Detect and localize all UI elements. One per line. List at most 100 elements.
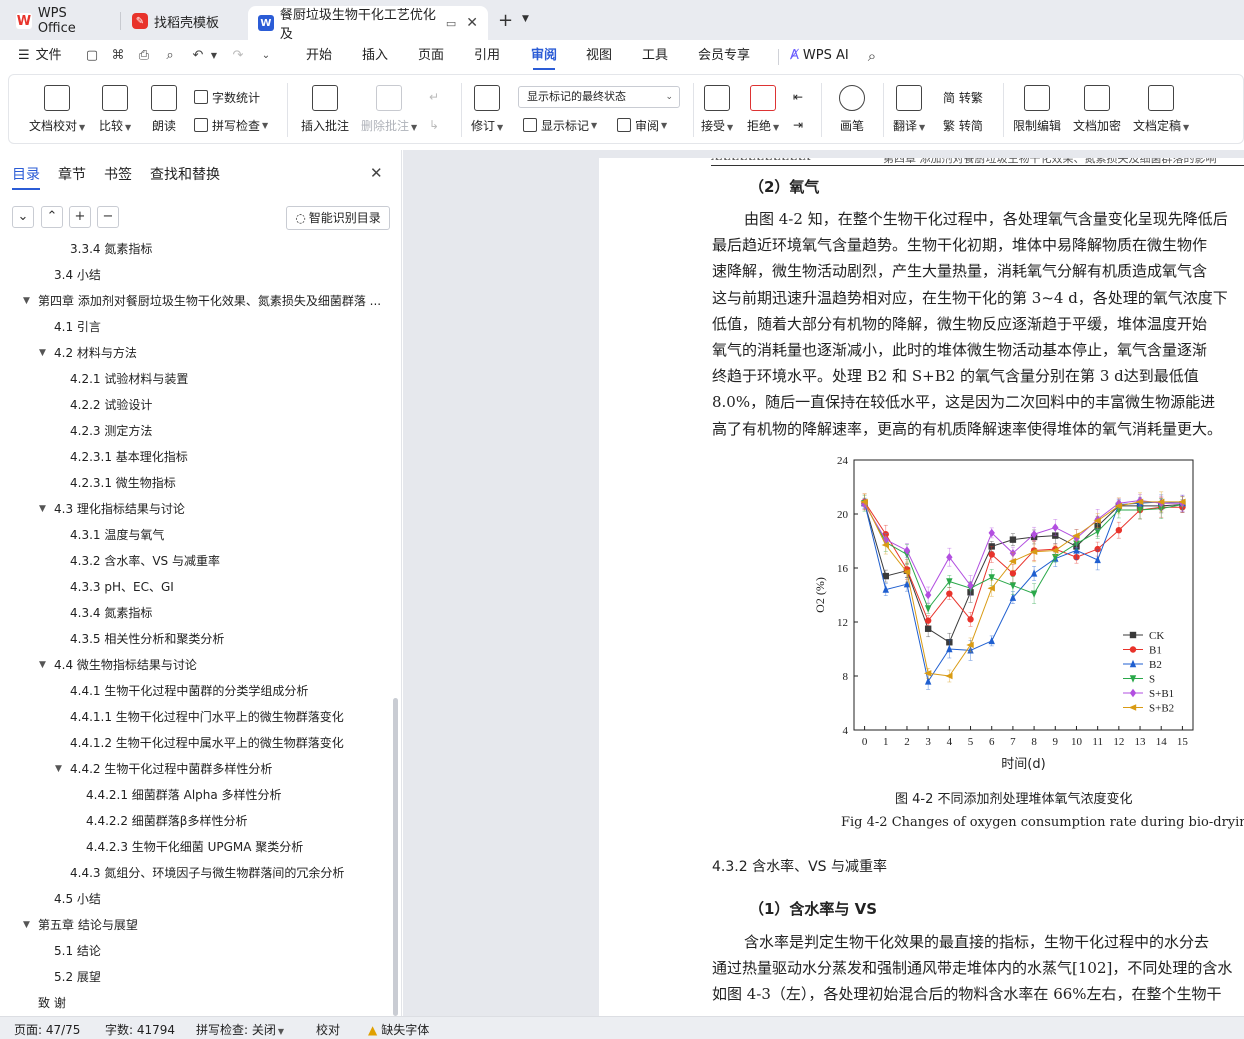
toc-item[interactable]: 4.2.3 测定方法 (0, 420, 396, 442)
expand-triangle-icon[interactable]: ▼ (55, 758, 62, 780)
toc-item[interactable]: 4.4.2.3 生物干化细菌 UPGMA 聚类分析 (0, 836, 396, 858)
toc-scrollbar[interactable] (393, 698, 398, 1016)
smart-toc-button[interactable]: ◌ 智能识别目录 (286, 206, 390, 230)
expand-up-button[interactable]: ⌃ (41, 206, 63, 228)
finalize-button[interactable]: 文档定稿 ▼ (1133, 85, 1189, 134)
tab-toc[interactable]: 目录 (12, 164, 40, 190)
toc-item[interactable]: 4.3.3 pH、EC、GI (0, 576, 396, 598)
close-panel-icon[interactable]: ✕ (370, 164, 383, 182)
compare-button[interactable]: 比较 ▼ (99, 85, 131, 134)
prev-comment-icon[interactable]: ↵ (429, 88, 439, 106)
redo-icon[interactable]: ↷ (230, 48, 246, 64)
insert-comment-button[interactable]: 插入批注 (301, 85, 349, 134)
toc-item[interactable]: 3.3.4 氮素指标 (0, 238, 396, 260)
toc-item[interactable]: ▼ 4.4.2 生物干化过程中菌群多样性分析 (0, 758, 396, 780)
menu-page[interactable]: 页面 (418, 40, 444, 72)
show-markup-button[interactable]: 显示标记 ▼ (523, 116, 597, 134)
menu-tools[interactable]: 工具 (642, 40, 668, 72)
tab-find-replace[interactable]: 查找和替换 (150, 164, 220, 184)
save-icon[interactable]: ▢ (84, 48, 100, 64)
proofread-status[interactable]: 校对 (316, 1021, 340, 1038)
translate-button[interactable]: 翻译 ▼ (893, 85, 925, 134)
expand-triangle-icon[interactable]: ▼ (39, 654, 46, 676)
file-menu[interactable]: ☰ 文件 (18, 40, 62, 72)
word-count-button[interactable]: 字数统计 (194, 88, 260, 106)
to-simplified-button[interactable]: 繁 转简 (943, 116, 983, 134)
word-count-status[interactable]: 字数: 41794 (105, 1021, 175, 1038)
next-comment-icon[interactable]: ↳ (429, 116, 439, 134)
toc-item[interactable]: 4.4.1.2 生物干化过程中属水平上的微生物群落变化 (0, 732, 396, 754)
toc-item[interactable]: 4.4.2.1 细菌群落 Alpha 多样性分析 (0, 784, 396, 806)
expand-triangle-icon[interactable]: ▼ (23, 290, 30, 312)
revise-button[interactable]: 修订 ▼ (471, 85, 503, 134)
toc-item[interactable]: 5.1 结论 (0, 940, 396, 962)
menu-review[interactable]: 审阅 (531, 40, 557, 72)
undo-dropdown-icon[interactable]: ▼ (206, 48, 222, 64)
menu-view[interactable]: 视图 (586, 40, 612, 72)
delete-comment-button[interactable]: 删除批注 ▼ (361, 85, 417, 134)
quick-access-more-icon[interactable]: ⌄ (258, 48, 274, 64)
toc-item[interactable]: 4.1 引言 (0, 316, 396, 338)
tab-chapters[interactable]: 章节 (58, 164, 86, 184)
toc-item[interactable]: 4.2.2 试验设计 (0, 394, 396, 416)
toc-item[interactable]: 4.2.3.1 基本理化指标 (0, 446, 396, 468)
toc-item[interactable]: 4.4.1 生物干化过程中菌群的分类学组成分析 (0, 680, 396, 702)
menu-reference[interactable]: 引用 (474, 40, 500, 72)
pen-button[interactable]: 画笔 (839, 85, 865, 134)
toc-item[interactable]: 4.4.3 氮组分、环境因子与微生物群落间的冗余分析 (0, 862, 396, 884)
tab-wps-office[interactable]: W WPS Office (6, 6, 118, 36)
toc-item[interactable]: ▼ 第四章 添加剂对餐厨垃圾生物干化效果、氮素损失及细菌群落 ... (0, 290, 396, 312)
toc-item[interactable]: 致 谢 (0, 992, 396, 1014)
review-pane-button[interactable]: 审阅 ▼ (617, 116, 667, 134)
tab-document[interactable]: W 餐厨垃圾生物干化工艺优化及 ▭ ✕ (248, 6, 488, 42)
doc-check-button[interactable]: 文档校对 ▼ (29, 85, 85, 134)
remove-heading-button[interactable]: − (97, 206, 119, 228)
new-tab-icon[interactable]: + (498, 10, 513, 31)
undo-icon[interactable]: ↶ (190, 48, 206, 64)
toc-item[interactable]: 5.2 展望 (0, 966, 396, 988)
toc-item[interactable]: ▼ 第五章 结论与展望 (0, 914, 396, 936)
search-icon[interactable]: ⌕ (864, 48, 880, 64)
tab-docer-templates[interactable]: ✎ 找稻壳模板 (122, 6, 246, 36)
expand-triangle-icon[interactable]: ▼ (23, 914, 30, 936)
markup-state-select[interactable]: 显示标记的最终状态 ⌄ (518, 86, 680, 108)
restrict-edit-button[interactable]: 限制编辑 (1013, 85, 1061, 134)
prev-change-icon[interactable]: ⇤ (793, 88, 803, 106)
toc-item[interactable]: 4.2.1 试验材料与装置 (0, 368, 396, 390)
encrypt-button[interactable]: 文档加密 (1073, 85, 1121, 134)
reject-button[interactable]: 拒绝 ▼ (747, 85, 779, 134)
close-tab-icon[interactable]: ✕ (466, 15, 478, 31)
tab-bookmarks[interactable]: 书签 (104, 164, 132, 184)
menu-insert[interactable]: 插入 (362, 40, 388, 72)
wps-ai-button[interactable]: Ⱥ WPS AI (790, 40, 849, 72)
read-aloud-button[interactable]: 朗读 (151, 85, 177, 134)
to-traditional-button[interactable]: 简 转繁 (943, 88, 983, 106)
expand-triangle-icon[interactable]: ▼ (39, 498, 46, 520)
accept-button[interactable]: 接受 ▼ (701, 85, 733, 134)
next-change-icon[interactable]: ⇥ (793, 116, 803, 134)
toc-item[interactable]: 4.4.2.2 细菌群落β多样性分析 (0, 810, 396, 832)
toc-item[interactable]: 3.4 小结 (0, 264, 396, 286)
print-preview-icon[interactable]: ⌕ (162, 48, 178, 64)
menu-membership[interactable]: 会员专享 (698, 40, 750, 72)
spell-check-button[interactable]: 拼写检查 ▼ (194, 116, 268, 134)
toc-item[interactable]: 4.3.4 氮素指标 (0, 602, 396, 624)
toc-item[interactable]: ▼ 4.3 理化指标结果与讨论 (0, 498, 396, 520)
toc-item[interactable]: 4.3.1 温度与氧气 (0, 524, 396, 546)
toc-item[interactable]: 4.3.2 含水率、VS 与减重率 (0, 550, 396, 572)
toc-item[interactable]: ▼ 4.2 材料与方法 (0, 342, 396, 364)
add-heading-button[interactable]: + (69, 206, 91, 228)
toc-item[interactable]: 4.2.3.1 微生物指标 (0, 472, 396, 494)
page-indicator[interactable]: 页面: 47/75 (14, 1021, 80, 1038)
toc-item[interactable]: 4.4.1.1 生物干化过程中门水平上的微生物群落变化 (0, 706, 396, 728)
collapse-all-button[interactable]: ⌄ (12, 206, 34, 228)
toc-item[interactable]: ▼ 4.4 微生物指标结果与讨论 (0, 654, 396, 676)
expand-triangle-icon[interactable]: ▼ (39, 342, 46, 364)
document-page[interactable]: XXXXXXXXXXXX 第四章 添加剂对餐厨垃圾生物干化效果、氮素损失及细菌群… (599, 150, 1244, 1016)
share-icon[interactable]: ⌘ (110, 48, 126, 64)
toc-item[interactable]: 4.5 小结 (0, 888, 396, 910)
menu-start[interactable]: 开始 (306, 40, 332, 72)
print-icon[interactable]: ⎙ (136, 48, 152, 64)
chevron-down-icon[interactable]: ▼ (522, 14, 529, 24)
toc-item[interactable]: 4.3.5 相关性分析和聚类分析 (0, 628, 396, 650)
